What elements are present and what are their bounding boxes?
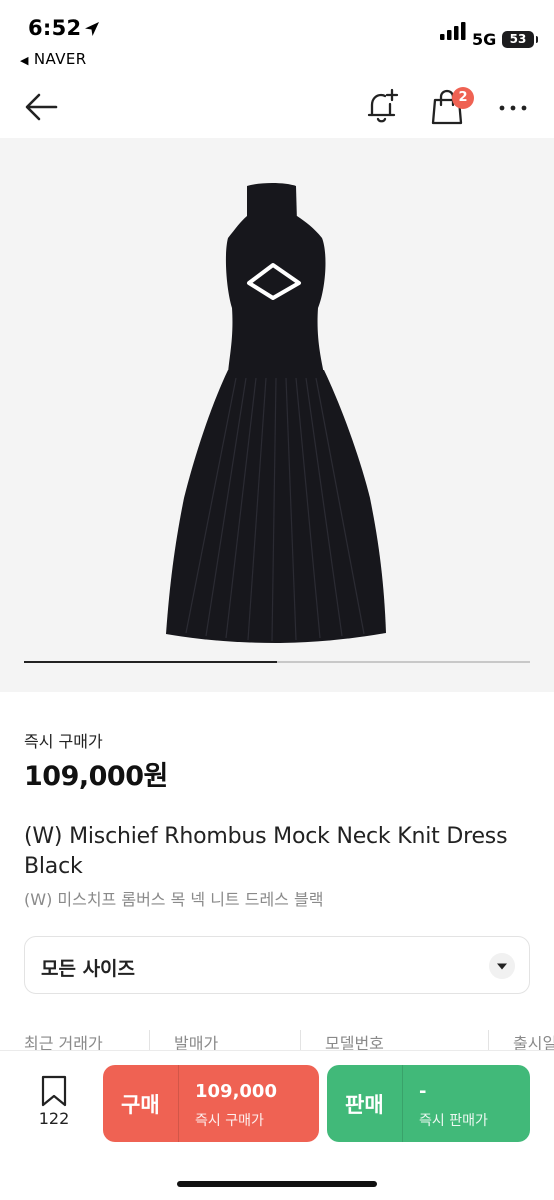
buy-button[interactable]: 구매 109,000 즉시 구매가 [103,1065,319,1142]
chevron-down-icon [489,953,515,979]
info-release-price-label: 발매가 [174,1034,219,1052]
info-divider [300,1030,301,1052]
buy-button-price: 109,000 [195,1081,277,1102]
battery-icon: 53 [502,31,538,48]
buy-button-divider [178,1065,179,1142]
info-model-number-label: 모델번호 [325,1034,384,1052]
image-progress-track [24,661,530,663]
wishlist-count: 122 [38,1109,70,1128]
home-indicator [177,1181,377,1187]
more-icon[interactable] [494,92,534,122]
back-app-label: NAVER [33,50,87,68]
back-arrow-icon[interactable] [22,90,62,124]
product-info-row: 최근 거래가 발매가 모델번호 출시일 [0,1030,554,1052]
sell-button-price: - [419,1081,427,1102]
info-release-date-label: 출시일 [513,1034,554,1052]
bookmark-icon [41,1075,67,1107]
back-triangle-icon: ◀ [20,54,29,67]
buy-button-label: 구매 [121,1093,160,1117]
buy-button-sublabel: 즉시 구매가 [195,1113,264,1129]
sell-button-sublabel: 즉시 판매가 [419,1113,488,1129]
instant-buy-price: 109,000원 [24,761,168,792]
app-header [0,78,554,138]
size-select[interactable]: 모든 사이즈 [24,936,530,994]
sell-button-label: 판매 [345,1093,384,1117]
info-recent-trade-label: 최근 거래가 [24,1034,103,1052]
back-to-app-link[interactable]: ◀ NAVER [20,50,87,68]
cart-count-badge: 2 [452,87,474,109]
image-progress-fill [24,661,277,663]
bell-plus-icon[interactable] [364,88,400,126]
sell-button-divider [402,1065,403,1142]
product-title: (W) Mischief Rhombus Mock Neck Knit Dres… [24,824,508,879]
status-bar: 6:52 ◀ NAVER 5G 53 [0,0,554,78]
signal-icon [440,22,466,40]
info-divider [149,1030,150,1052]
product-image-carousel[interactable] [0,138,554,692]
info-divider [488,1030,489,1052]
wishlist-button[interactable]: 122 [28,1075,80,1135]
product-title-korean: (W) 미스치프 롬버스 목 넥 니트 드레스 블랙 [24,890,324,909]
sell-button[interactable]: 판매 - 즉시 판매가 [327,1065,530,1142]
network-type: 5G [472,30,497,49]
product-image [166,183,386,643]
bottom-action-bar: 122 구매 109,000 즉시 구매가 판매 - 즉시 판매가 [0,1050,554,1200]
status-time: 6:52 [28,16,82,40]
size-select-label: 모든 사이즈 [41,958,136,980]
instant-buy-price-label: 즉시 구매가 [24,732,103,751]
location-arrow-icon [85,22,99,36]
